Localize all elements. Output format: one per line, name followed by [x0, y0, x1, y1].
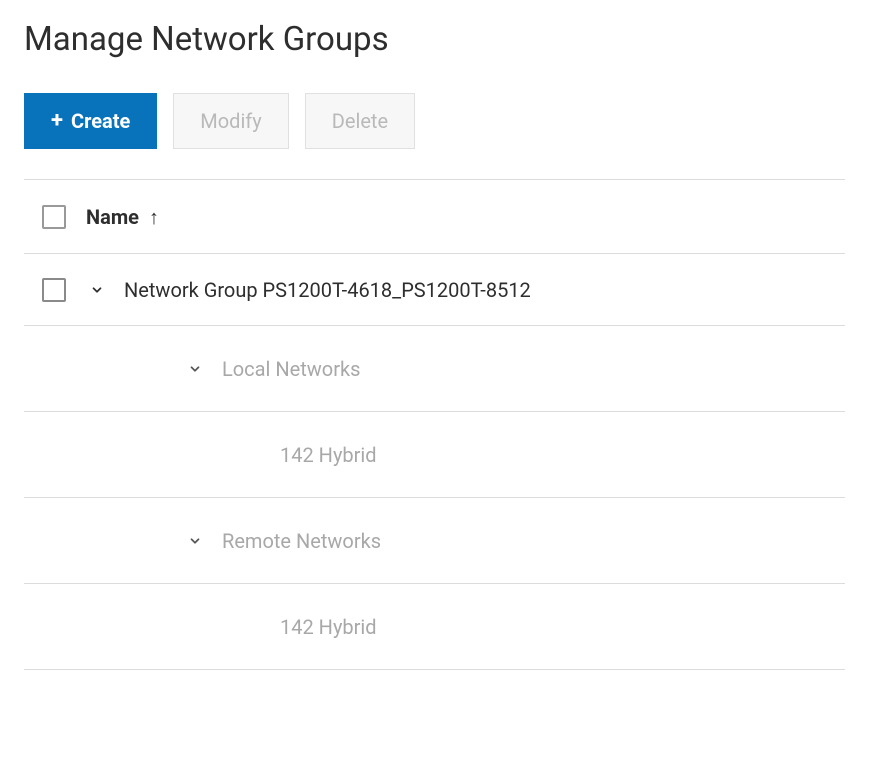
sort-asc-icon: ↑ — [149, 207, 159, 227]
create-button-label: Create — [71, 109, 130, 133]
table: Name ↑ Network Group PS1200T-4618_PS1200… — [24, 179, 845, 670]
column-header-name-label: Name — [86, 205, 139, 229]
group-row[interactable]: Network Group PS1200T-4618_PS1200T-8512 — [24, 254, 845, 326]
plus-icon: + — [51, 110, 63, 132]
category-row-remote[interactable]: Remote Networks — [24, 498, 845, 584]
toolbar: + Create Modify Delete — [24, 93, 845, 149]
group-name-label: Network Group PS1200T-4618_PS1200T-8512 — [124, 278, 531, 302]
modify-button-label: Modify — [200, 109, 261, 133]
row-checkbox[interactable] — [42, 278, 66, 302]
chevron-down-icon[interactable] — [88, 281, 106, 299]
network-item-row[interactable]: 142 Hybrid — [24, 412, 845, 498]
modify-button[interactable]: Modify — [173, 93, 288, 149]
chevron-down-icon[interactable] — [186, 360, 204, 378]
chevron-down-icon[interactable] — [186, 532, 204, 550]
create-button[interactable]: + Create — [24, 93, 157, 149]
select-all-checkbox[interactable] — [42, 205, 66, 229]
category-row-local[interactable]: Local Networks — [24, 326, 845, 412]
network-item-label: 142 Hybrid — [280, 443, 377, 467]
column-header-name[interactable]: Name ↑ — [86, 205, 159, 229]
category-label: Remote Networks — [222, 529, 381, 553]
delete-button-label: Delete — [332, 109, 388, 133]
delete-button[interactable]: Delete — [305, 93, 415, 149]
network-item-row[interactable]: 142 Hybrid — [24, 584, 845, 670]
table-header: Name ↑ — [24, 180, 845, 254]
page-title: Manage Network Groups — [24, 20, 845, 59]
network-item-label: 142 Hybrid — [280, 615, 377, 639]
category-label: Local Networks — [222, 357, 360, 381]
